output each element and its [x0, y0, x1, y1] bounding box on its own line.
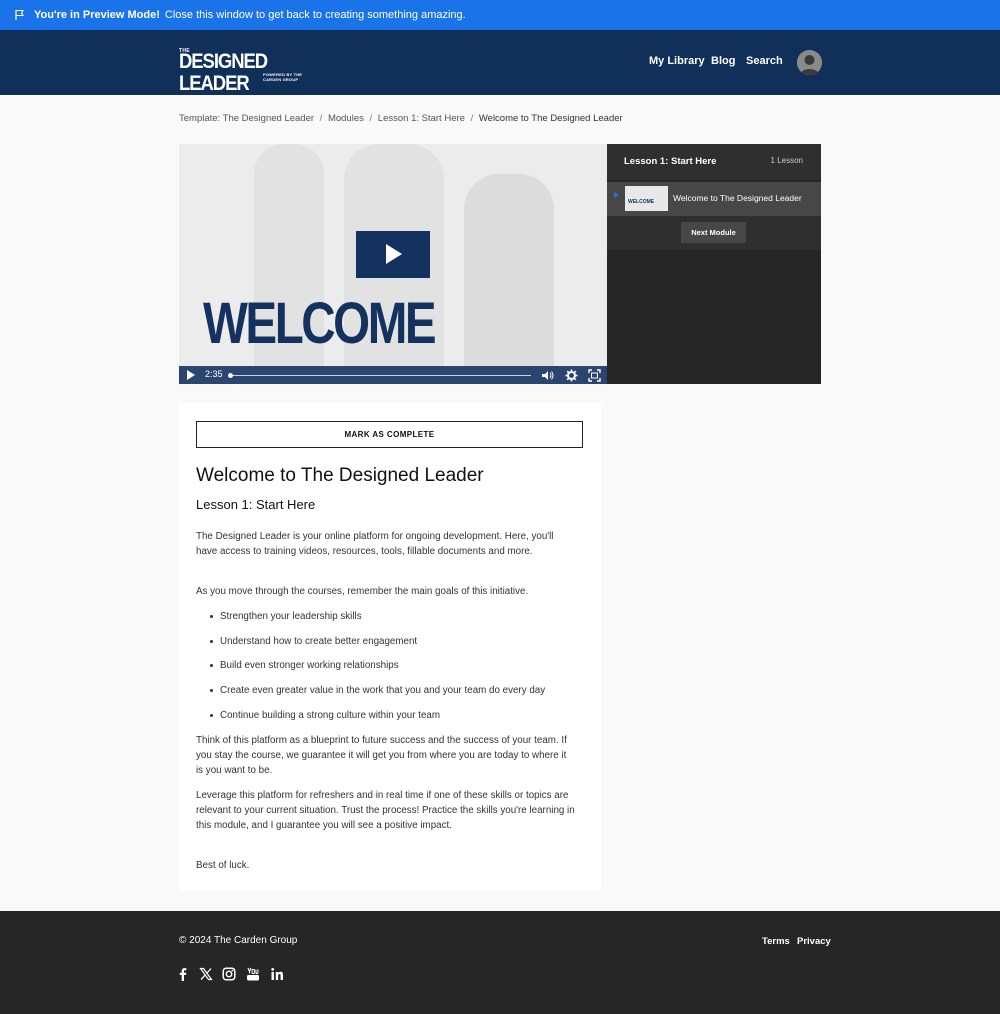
facebook-icon[interactable]	[176, 967, 190, 981]
list-item: Create even greater value in the work th…	[210, 683, 545, 708]
intro-paragraph: The Designed Leader is your online platf…	[196, 531, 554, 558]
lesson-playlist: Lesson 1: Start Here 1 Lesson WELCOME We…	[607, 144, 821, 384]
breadcrumb-separator: /	[319, 113, 323, 124]
video-welcome-text: WELCOME	[203, 291, 437, 356]
goals-list: Strengthen your leadership skills Unders…	[210, 609, 545, 732]
blueprint-paragraph: Think of this platform as a blueprint to…	[196, 735, 567, 777]
video-person-right	[464, 174, 554, 366]
nav-blog[interactable]: Blog	[711, 55, 735, 67]
breadcrumb: Template: The Designed Leader / Modules …	[179, 113, 623, 124]
video-progress-handle[interactable]	[228, 373, 233, 378]
lesson-title: Welcome to The Designed Leader	[196, 465, 484, 486]
list-item: Continue building a strong culture withi…	[210, 708, 545, 733]
now-playing-icon	[614, 192, 619, 198]
video-controls: 2:35	[179, 366, 607, 384]
instagram-icon[interactable]	[222, 967, 236, 981]
youtube-icon[interactable]	[246, 967, 260, 981]
next-module-button[interactable]: Next Module	[681, 222, 746, 243]
video-progress-track[interactable]	[230, 375, 531, 376]
preview-title: You're in Preview Mode!	[34, 9, 160, 21]
list-item: Strengthen your leadership skills	[210, 609, 545, 634]
playlist-title: Lesson 1: Start Here	[624, 156, 717, 167]
volume-icon[interactable]	[541, 369, 554, 382]
breadcrumb-current: Welcome to The Designed Leader	[478, 113, 623, 124]
breadcrumb-modules[interactable]: Modules	[328, 113, 364, 124]
copyright: © 2024 The Carden Group	[179, 935, 298, 946]
footer-terms-link[interactable]: Terms	[762, 936, 790, 947]
user-avatar[interactable]	[797, 50, 822, 75]
settings-gear-icon[interactable]	[565, 369, 578, 382]
logo-subtext: POWERED BY THE CARDEN GROUP	[263, 72, 303, 82]
breadcrumb-separator: /	[369, 113, 373, 124]
avatar-icon	[797, 50, 822, 75]
breadcrumb-lesson[interactable]: Lesson 1: Start Here	[378, 113, 465, 124]
site-header: THE DESIGNED LEADER POWERED BY THE CARDE…	[0, 30, 1000, 95]
play-icon	[386, 244, 402, 264]
list-item: Understand how to create better engageme…	[210, 634, 545, 659]
video-time: 2:35	[205, 369, 223, 379]
x-icon[interactable]	[199, 967, 213, 981]
footer-privacy-link[interactable]: Privacy	[797, 936, 831, 947]
preview-mode-banner: You're in Preview Mode! Close this windo…	[0, 0, 1000, 30]
play-icon[interactable]	[187, 370, 195, 380]
designed-leader-logo[interactable]: THE DESIGNED LEADER POWERED BY THE CARDE…	[179, 48, 319, 95]
nav-search[interactable]: Search	[746, 55, 783, 67]
playlist-count: 1 Lesson	[770, 156, 803, 165]
site-footer: © 2024 The Carden Group Terms Privacy	[0, 911, 1000, 1014]
fullscreen-icon[interactable]	[588, 369, 601, 382]
playlist-header: Lesson 1: Start Here 1 Lesson	[607, 144, 821, 180]
linkedin-icon[interactable]	[270, 967, 284, 981]
video-player[interactable]: WELCOME 2:35	[179, 144, 607, 384]
breadcrumb-template[interactable]: Template: The Designed Leader	[179, 113, 314, 124]
playlist-item[interactable]: WELCOME Welcome to The Designed Leader	[607, 182, 821, 216]
list-item: Build even stronger working relationship…	[210, 658, 545, 683]
lesson-subtitle: Lesson 1: Start Here	[196, 497, 316, 512]
flag-icon	[15, 9, 24, 20]
playlist-item-label: Welcome to The Designed Leader	[673, 193, 802, 203]
nav-my-library[interactable]: My Library	[649, 55, 705, 67]
playlist-item-thumbnail: WELCOME	[625, 186, 668, 211]
goals-intro-paragraph: As you move through the courses, remembe…	[196, 586, 529, 597]
breadcrumb-separator: /	[470, 113, 474, 124]
leverage-paragraph: Leverage this platform for refreshers an…	[196, 790, 575, 832]
mark-as-complete-button[interactable]: MARK AS COMPLETE	[196, 421, 583, 448]
closing-paragraph: Best of luck.	[196, 860, 250, 871]
lesson-content-card: MARK AS COMPLETE Welcome to The Designed…	[179, 403, 601, 891]
preview-message: Close this window to get back to creatin…	[164, 9, 466, 21]
video-play-button[interactable]	[356, 231, 430, 278]
thumbnail-text: WELCOME	[628, 199, 655, 205]
